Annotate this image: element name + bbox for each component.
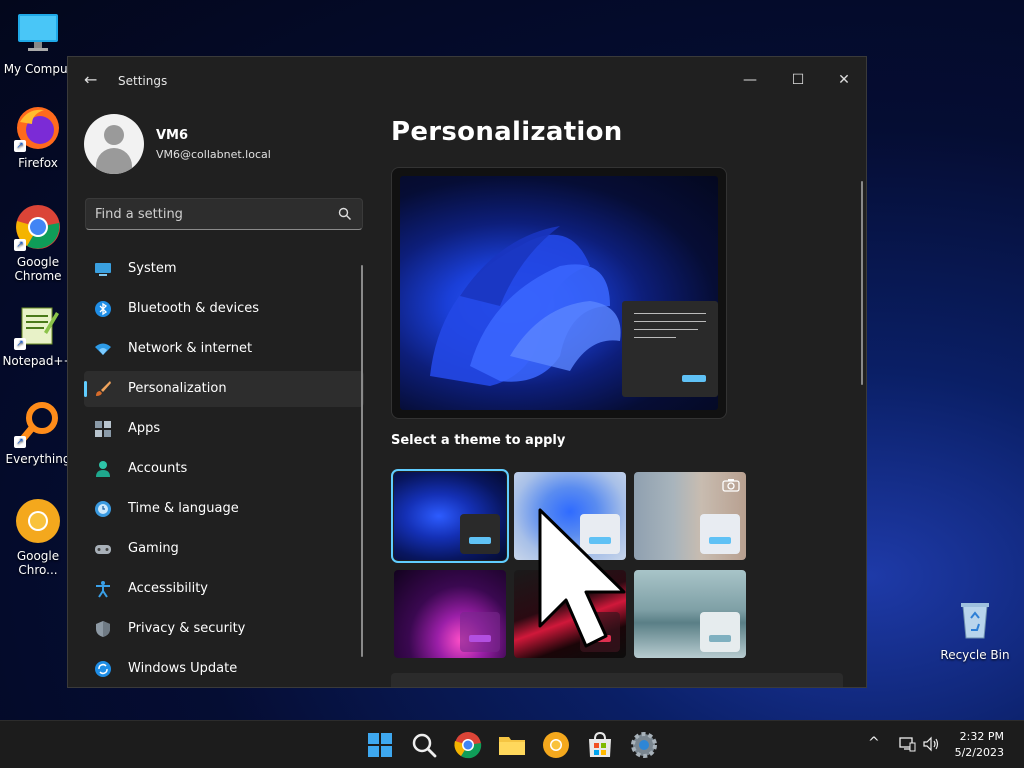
tray-overflow-chevron-icon[interactable]: ^ [868, 735, 880, 751]
sidebar-item-label: Privacy & security [128, 621, 246, 636]
sidebar-item-label: System [128, 261, 177, 276]
sidebar-item-accessibility[interactable]: Accessibility [84, 571, 364, 607]
wallpaper-preview [400, 176, 718, 410]
taskbar-chrome-icon[interactable] [452, 729, 484, 761]
firefox-icon: ↗ [14, 104, 62, 152]
desktop-icon-everything[interactable]: ↗ Everything [0, 400, 76, 466]
accounts-icon [96, 461, 110, 477]
content-scrollbar[interactable] [861, 181, 863, 385]
desktop-icon-recycle-bin[interactable]: Recycle Bin [937, 596, 1013, 662]
gamepad-icon [95, 545, 111, 554]
shortcut-arrow-icon: ↗ [14, 436, 26, 448]
back-arrow-icon[interactable]: ← [84, 71, 102, 89]
sidebar-item-label: Personalization [128, 381, 227, 396]
sidebar-item-label: Windows Update [128, 661, 238, 676]
sidebar-item-network[interactable]: Network & internet [84, 331, 364, 367]
computer-icon [14, 10, 62, 58]
search-icon[interactable] [338, 207, 352, 221]
clock-date: 5/2/2023 [954, 746, 1004, 759]
sidebar-item-label: Gaming [128, 541, 179, 556]
search-box [85, 198, 363, 230]
camera-icon [722, 479, 740, 492]
sidebar-scrollbar[interactable] [361, 265, 363, 657]
desktop-icon-google-chrome[interactable]: ↗ Google Chrome [0, 203, 76, 283]
sidebar-item-label: Network & internet [128, 341, 253, 356]
theme-tile-glow[interactable] [394, 570, 506, 658]
start-button-windows-icon[interactable] [364, 729, 396, 761]
sidebar-nav: System Bluetooth & devices Network & int… [84, 251, 364, 687]
taskbar: ^ 2:32 PM 5/2/2023 [0, 720, 1024, 768]
desktop-icon-my-computer[interactable]: My Comput [0, 10, 76, 76]
theme-tile-spotlight[interactable] [634, 472, 746, 560]
user-profile[interactable]: VM6 VM6@collabnet.local [84, 114, 374, 174]
title-bar: ← Settings — ☐ ✕ [68, 57, 866, 105]
mouse-cursor-icon [538, 508, 626, 648]
themes-section-label: Select a theme to apply [391, 433, 566, 448]
avatar [84, 114, 144, 174]
sidebar-item-personalization[interactable]: Personalization [84, 371, 364, 407]
chrome-canary-icon [14, 497, 62, 545]
sidebar-item-label: Accounts [128, 461, 188, 476]
brush-icon [96, 381, 111, 396]
sidebar-item-label: Bluetooth & devices [128, 301, 259, 316]
settings-window: ← Settings — ☐ ✕ VM6 VM6@collabnet.local… [67, 56, 867, 688]
page-title: Personalization [391, 117, 623, 147]
theme-tile-flow[interactable] [634, 570, 746, 658]
shield-icon [96, 621, 110, 637]
minimize-button[interactable]: — [728, 65, 772, 95]
preview-dialog [622, 301, 718, 397]
chrome-icon: ↗ [14, 203, 62, 251]
taskbar-search-icon[interactable] [408, 729, 440, 761]
recycle-bin-icon [951, 596, 999, 644]
sidebar-item-bluetooth[interactable]: Bluetooth & devices [84, 291, 364, 327]
shortcut-arrow-icon: ↗ [14, 338, 26, 350]
sidebar-item-label: Accessibility [128, 581, 208, 596]
search-input[interactable] [86, 199, 326, 229]
clock-icon [95, 501, 111, 517]
accessibility-icon [96, 581, 110, 598]
system-icon [95, 263, 111, 276]
taskbar-settings-gear-icon[interactable] [628, 729, 660, 761]
user-name: VM6 [156, 128, 189, 143]
desktop-icon-firefox[interactable]: ↗ Firefox [0, 104, 76, 170]
shortcut-arrow-icon: ↗ [14, 239, 26, 251]
system-clock[interactable]: 2:32 PM 5/2/2023 [955, 729, 1004, 761]
sidebar-item-windows-update[interactable]: Windows Update [84, 651, 364, 687]
bluetooth-icon [95, 301, 111, 317]
sidebar-item-gaming[interactable]: Gaming [84, 531, 364, 567]
close-button[interactable]: ✕ [822, 65, 866, 95]
desktop-icon-google-chrome-canary[interactable]: Google Chro... [0, 497, 76, 577]
sidebar-item-time-language[interactable]: Time & language [84, 491, 364, 527]
clock-time: 2:32 PM [959, 730, 1004, 743]
apps-icon [95, 421, 111, 437]
sidebar-item-apps[interactable]: Apps [84, 411, 364, 447]
taskbar-file-explorer-icon[interactable] [496, 729, 528, 761]
settings-card[interactable] [391, 673, 843, 687]
window-title: Settings [118, 74, 168, 88]
maximize-button[interactable]: ☐ [776, 65, 820, 95]
update-icon [95, 661, 111, 677]
theme-preview [391, 167, 727, 419]
wifi-icon [95, 343, 111, 355]
volume-icon[interactable] [922, 735, 940, 753]
desktop-icon-notepad-plus-plus[interactable]: ↗ Notepad++ [0, 302, 76, 368]
sidebar-item-label: Apps [128, 421, 161, 436]
everything-icon: ↗ [14, 400, 62, 448]
sidebar-item-system[interactable]: System [84, 251, 364, 287]
network-icon[interactable] [898, 735, 916, 753]
sidebar-item-label: Time & language [128, 501, 239, 516]
theme-tile-windows-dark[interactable] [391, 469, 509, 563]
sidebar-item-privacy-security[interactable]: Privacy & security [84, 611, 364, 647]
shortcut-arrow-icon: ↗ [14, 140, 26, 152]
user-email: VM6@collabnet.local [156, 148, 271, 161]
taskbar-chrome-canary-icon[interactable] [540, 729, 572, 761]
sidebar-item-accounts[interactable]: Accounts [84, 451, 364, 487]
taskbar-store-icon[interactable] [584, 729, 616, 761]
notepad-icon: ↗ [14, 302, 62, 350]
